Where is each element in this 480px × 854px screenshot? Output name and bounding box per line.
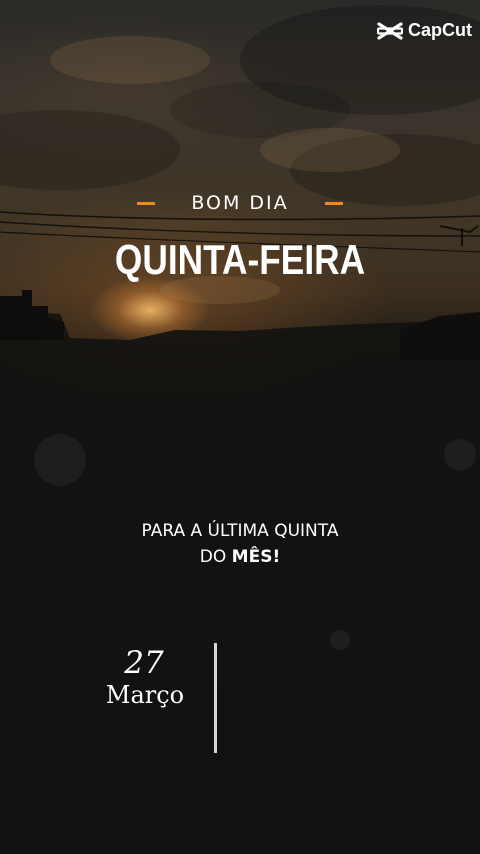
- story-canvas: CapCut BOM DIA QUINTA-FEIRA PARA A ÚLTIM…: [0, 0, 480, 854]
- capcut-watermark: CapCut: [377, 20, 472, 41]
- date-day-number: 27: [124, 645, 164, 681]
- weekday-title: QUINTA-FEIRA: [114, 236, 366, 283]
- left-accent-dash: [137, 201, 156, 205]
- message-line-1: PARA A ÚLTIMA QUINTA: [141, 521, 339, 541]
- right-accent-dash: [324, 201, 343, 205]
- watermark-label: CapCut: [408, 20, 472, 40]
- message-line-2-emphasis: MÊS!: [231, 547, 281, 567]
- sunset-background: [0, 5, 480, 854]
- message-line-2-prefix: DO: [199, 547, 232, 567]
- capcut-logo-icon: [377, 21, 403, 40]
- date-divider-line: [214, 643, 217, 753]
- message-text: PARA A ÚLTIMA QUINTA DO MÊS!: [0, 518, 480, 570]
- greeting-row: BOM DIA: [0, 192, 480, 214]
- greeting-text: BOM DIA: [191, 192, 289, 214]
- message-line-2: DO MÊS!: [0, 544, 480, 570]
- date-month: Março: [105, 681, 185, 709]
